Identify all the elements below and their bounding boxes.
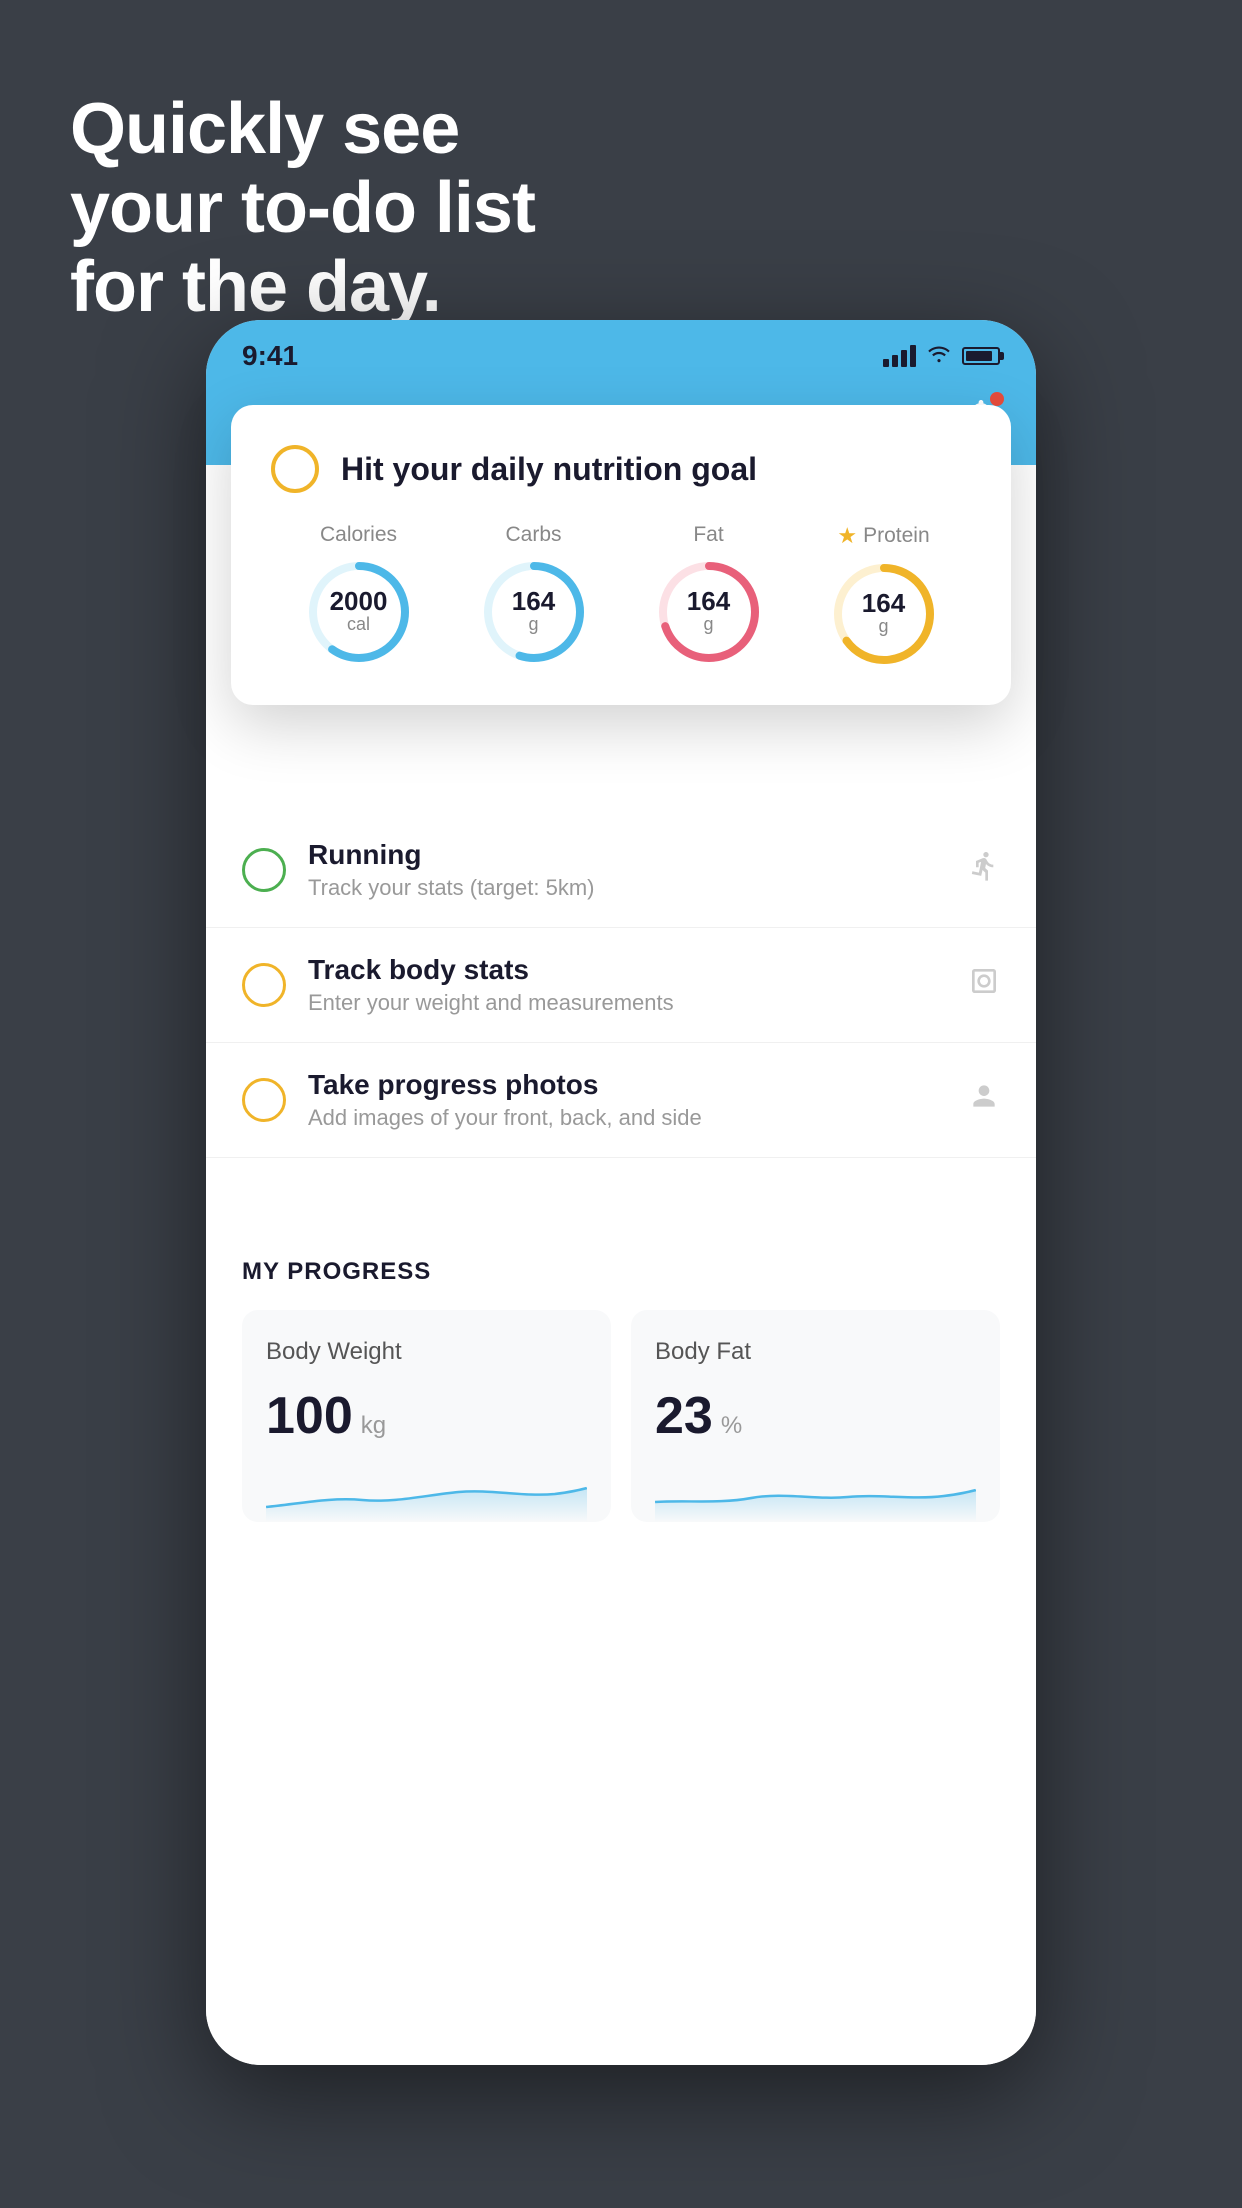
- protein-label: ★ Protein: [837, 523, 929, 549]
- body-fat-value-row: 23 %: [655, 1386, 976, 1446]
- calories-label: Calories: [320, 523, 397, 547]
- protein-star-icon: ★: [837, 523, 857, 549]
- todo-circle-running: [242, 848, 286, 892]
- notification-badge: [990, 392, 1004, 406]
- todo-text-body-stats: Track body stats Enter your weight and m…: [308, 954, 946, 1016]
- todo-text-running: Running Track your stats (target: 5km): [308, 839, 946, 901]
- body-fat-card: Body Fat 23 %: [631, 1310, 1000, 1522]
- body-fat-label: Body Fat: [655, 1338, 976, 1366]
- progress-title: MY PROGRESS: [242, 1258, 1000, 1286]
- todo-circle-body-stats: [242, 963, 286, 1007]
- nutrition-fat: Fat 164 g: [654, 523, 764, 667]
- status-icons: [883, 343, 1000, 369]
- phone-content: THINGS TO DO TODAY Running Track your st…: [206, 465, 1036, 2065]
- scale-icon: [968, 965, 1000, 1005]
- nutrition-carbs: Carbs 164 g: [479, 523, 589, 667]
- body-weight-value: 100: [266, 1386, 353, 1446]
- calories-circle: 2000 cal: [304, 557, 414, 667]
- nutrition-card: Hit your daily nutrition goal Calories 2…: [231, 405, 1011, 705]
- progress-cards: Body Weight 100 kg: [242, 1310, 1000, 1522]
- todo-item-body-stats[interactable]: Track body stats Enter your weight and m…: [206, 928, 1036, 1043]
- carbs-label: Carbs: [505, 523, 561, 547]
- body-weight-unit: kg: [361, 1412, 386, 1440]
- signal-icon: [883, 345, 916, 367]
- card-title-row: Hit your daily nutrition goal: [271, 445, 971, 493]
- nutrition-calories: Calories 2000 cal: [304, 523, 414, 667]
- fat-label: Fat: [693, 523, 723, 547]
- body-weight-label: Body Weight: [266, 1338, 587, 1366]
- status-bar: 9:41: [206, 320, 1036, 382]
- wifi-icon: [926, 343, 952, 369]
- body-fat-unit: %: [721, 1412, 742, 1440]
- body-weight-value-row: 100 kg: [266, 1386, 587, 1446]
- todo-text-photos: Take progress photos Add images of your …: [308, 1069, 946, 1131]
- body-weight-card: Body Weight 100 kg: [242, 1310, 611, 1522]
- body-weight-chart: [266, 1462, 587, 1522]
- running-icon: [968, 850, 1000, 890]
- carbs-circle: 164 g: [479, 557, 589, 667]
- todo-circle-photos: [242, 1078, 286, 1122]
- todo-item-running[interactable]: Running Track your stats (target: 5km): [206, 813, 1036, 928]
- body-fat-chart: [655, 1462, 976, 1522]
- nutrition-circle-check: [271, 445, 319, 493]
- todo-item-photos[interactable]: Take progress photos Add images of your …: [206, 1043, 1036, 1158]
- hero-text: Quickly see your to-do list for the day.: [70, 90, 535, 328]
- person-icon: [968, 1080, 1000, 1120]
- progress-section: MY PROGRESS Body Weight 100 kg: [206, 1218, 1036, 1522]
- nutrition-protein: ★ Protein 164 g: [829, 523, 939, 669]
- body-fat-value: 23: [655, 1386, 713, 1446]
- nutrition-row: Calories 2000 cal Carbs: [271, 523, 971, 669]
- nutrition-card-title: Hit your daily nutrition goal: [341, 451, 757, 488]
- status-time: 9:41: [242, 340, 298, 372]
- fat-circle: 164 g: [654, 557, 764, 667]
- battery-icon: [962, 347, 1000, 365]
- protein-circle: 164 g: [829, 559, 939, 669]
